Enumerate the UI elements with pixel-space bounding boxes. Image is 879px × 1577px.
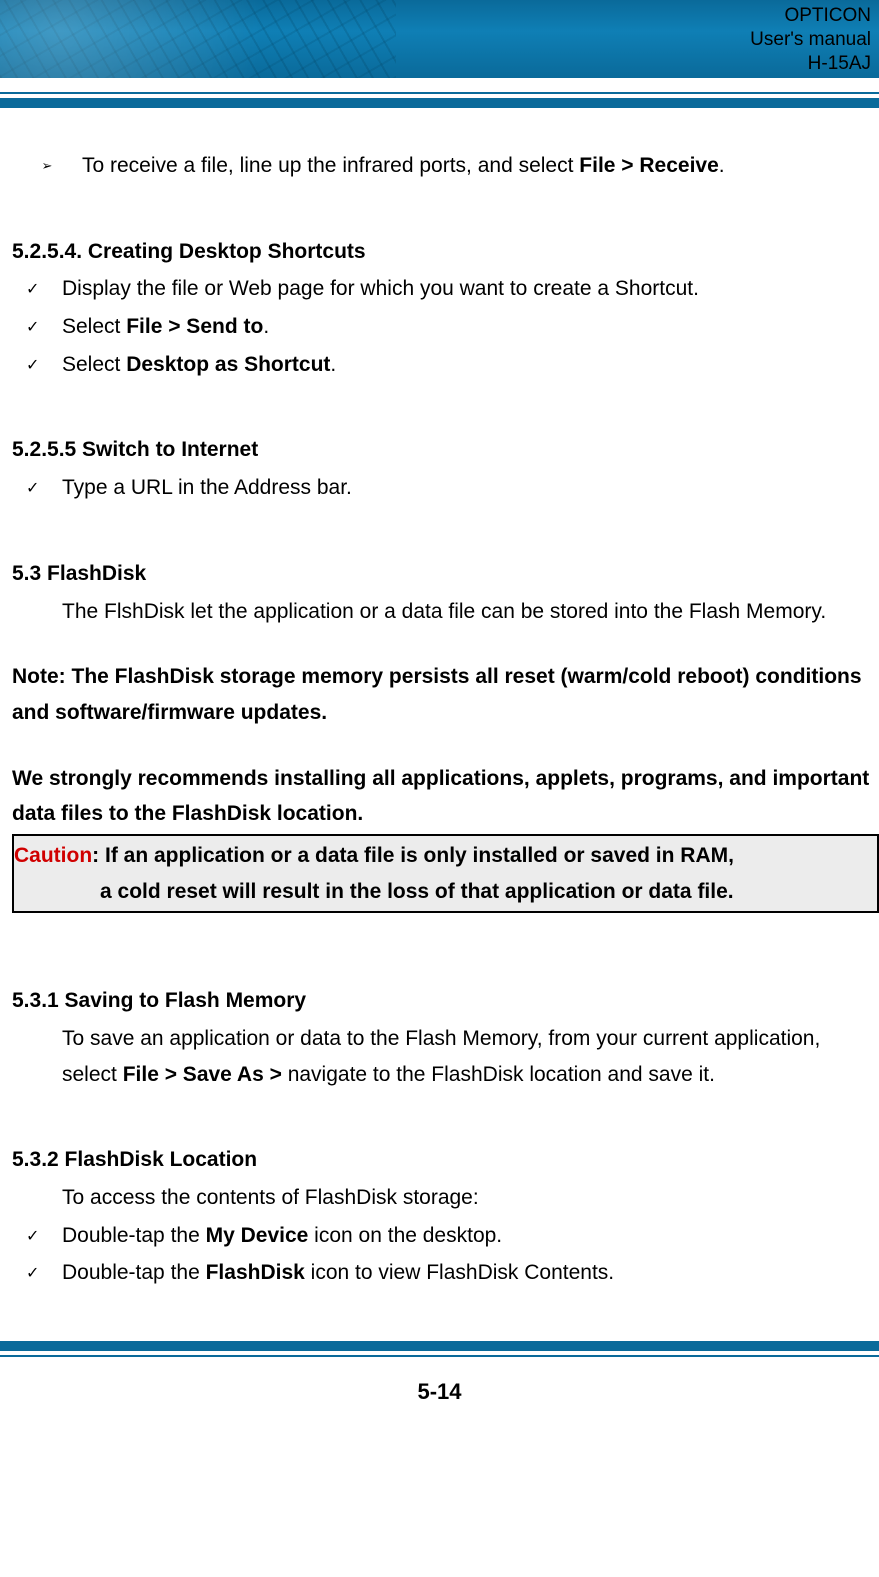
- check-icon: ✓: [12, 309, 62, 341]
- text-pre: Double-tap the: [62, 1261, 206, 1284]
- caution-label: Caution: [14, 844, 92, 867]
- header-rule-thick: [0, 98, 879, 108]
- arrow-icon: ➢: [12, 148, 82, 177]
- bullet-text: Double-tap the My Device icon on the des…: [62, 1218, 879, 1254]
- flashdisk-body: The FlshDisk let the application or a da…: [62, 594, 879, 630]
- text-bold: File > Receive: [579, 154, 719, 177]
- text-bold: File > Send to: [126, 315, 263, 338]
- caution-box: Caution: If an application or a data fil…: [12, 834, 879, 913]
- page-number: 5-14: [0, 1379, 879, 1425]
- footer-rule-thin: [0, 1355, 879, 1357]
- header-line-3: H-15AJ: [750, 52, 871, 76]
- caution-line-1: Caution: If an application or a data fil…: [14, 838, 873, 874]
- text-pre: Select: [62, 315, 126, 338]
- heading-shortcuts: 5.2.5.4. Creating Desktop Shortcuts: [12, 234, 879, 270]
- text-pre: Select: [62, 353, 126, 376]
- bullet-text: Select Desktop as Shortcut.: [62, 347, 879, 383]
- flash-location-intro: To access the contents of FlashDisk stor…: [62, 1180, 879, 1216]
- text-bold: File > Save As >: [123, 1063, 282, 1086]
- bullet-text: Type a URL in the Address bar.: [62, 470, 879, 506]
- header-text-block: OPTICON User's manual H-15AJ: [750, 4, 871, 75]
- recommend-block: We strongly recommends installing all ap…: [12, 761, 879, 832]
- bullet-internet-1: ✓ Type a URL in the Address bar.: [12, 470, 879, 506]
- header-line-2: User's manual: [750, 28, 871, 52]
- heading-flash-location: 5.3.2 FlashDisk Location: [12, 1142, 879, 1178]
- note-block: Note: The FlashDisk storage memory persi…: [12, 659, 879, 730]
- text-bold: Desktop as Shortcut: [126, 353, 330, 376]
- bullet-shortcut-3: ✓ Select Desktop as Shortcut.: [12, 347, 879, 383]
- footer-rule-thick: [0, 1341, 879, 1351]
- bullet-shortcut-2: ✓ Select File > Send to.: [12, 309, 879, 345]
- bullet-location-1: ✓ Double-tap the My Device icon on the d…: [12, 1218, 879, 1254]
- text-post: icon on the desktop.: [308, 1224, 502, 1247]
- save-flash-body: To save an application or data to the Fl…: [62, 1021, 879, 1092]
- bullet-text: Select File > Send to.: [62, 309, 879, 345]
- content-area: ➢ To receive a file, line up the infrare…: [0, 108, 879, 1291]
- text-post: .: [719, 154, 725, 177]
- bullet-text: Display the file or Web page for which y…: [62, 271, 879, 307]
- header-line-1: OPTICON: [750, 4, 871, 28]
- caution-text-1: : If an application or a data file is on…: [92, 844, 734, 867]
- text-pre: Double-tap the: [62, 1224, 206, 1247]
- bullet-text: To receive a file, line up the infrared …: [82, 148, 879, 184]
- bullet-shortcut-1: ✓ Display the file or Web page for which…: [12, 271, 879, 307]
- text-post: .: [263, 315, 269, 338]
- text-post: icon to view FlashDisk Contents.: [305, 1261, 614, 1284]
- header-banner: OPTICON User's manual H-15AJ: [0, 0, 879, 78]
- heading-internet: 5.2.5.5 Switch to Internet: [12, 432, 879, 468]
- heading-flashdisk: 5.3 FlashDisk: [12, 556, 879, 592]
- check-icon: ✓: [12, 1255, 62, 1287]
- page-container: OPTICON User's manual H-15AJ ➢ To receiv…: [0, 0, 879, 1425]
- caution-line-2: a cold reset will result in the loss of …: [100, 874, 873, 910]
- footer-rules: [0, 1341, 879, 1357]
- bullet-location-2: ✓ Double-tap the FlashDisk icon to view …: [12, 1255, 879, 1291]
- text-post: navigate to the FlashDisk location and s…: [282, 1063, 715, 1086]
- check-icon: ✓: [12, 1218, 62, 1250]
- bullet-receive-file: ➢ To receive a file, line up the infrare…: [12, 148, 879, 184]
- banner-texture: [0, 0, 396, 78]
- heading-save-flash: 5.3.1 Saving to Flash Memory: [12, 983, 879, 1019]
- check-icon: ✓: [12, 347, 62, 379]
- text-bold: My Device: [206, 1224, 309, 1247]
- text-bold: FlashDisk: [206, 1261, 305, 1284]
- text-pre: To receive a file, line up the infrared …: [82, 154, 579, 177]
- bullet-text: Double-tap the FlashDisk icon to view Fl…: [62, 1255, 879, 1291]
- header-rule-thin: [0, 92, 879, 94]
- check-icon: ✓: [12, 470, 62, 502]
- text-post: .: [330, 353, 336, 376]
- check-icon: ✓: [12, 271, 62, 303]
